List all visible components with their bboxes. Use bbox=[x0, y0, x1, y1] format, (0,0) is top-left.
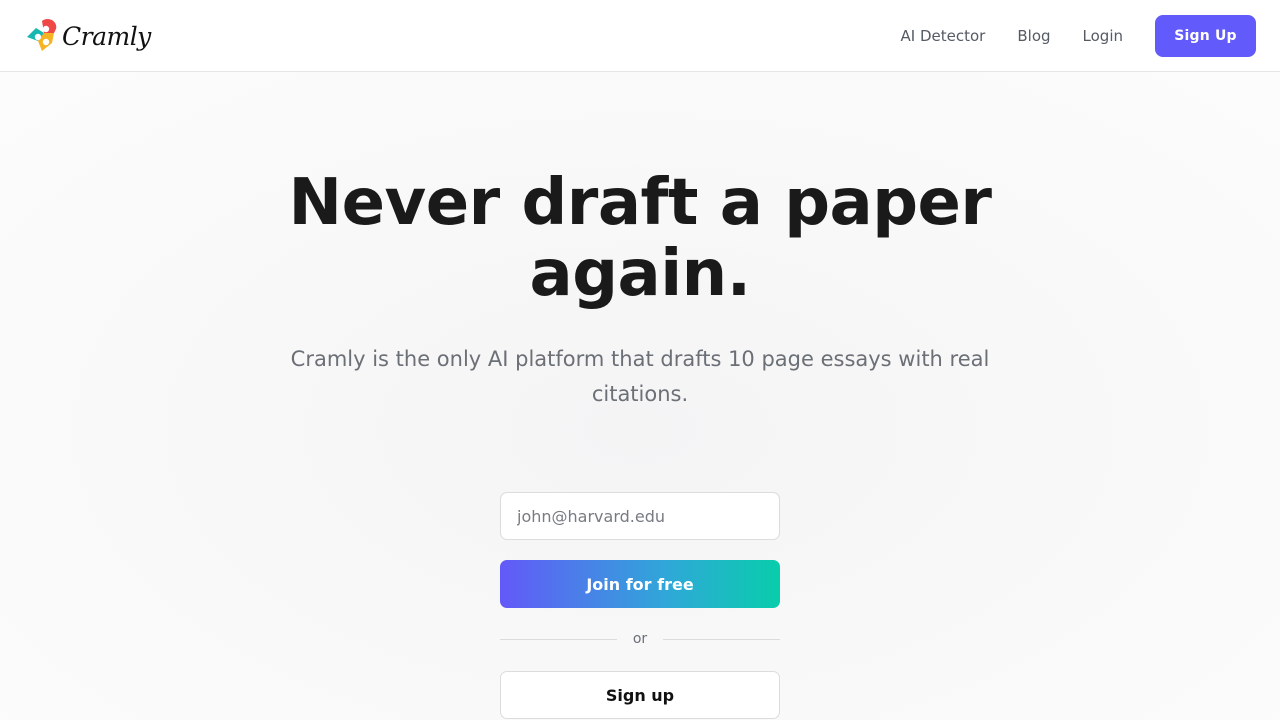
top-nav: AI Detector Blog Login Sign Up bbox=[901, 15, 1256, 57]
join-for-free-button[interactable]: Join for free bbox=[500, 560, 780, 608]
nav-link-blog[interactable]: Blog bbox=[1017, 27, 1050, 45]
secondary-signup-button[interactable]: Sign up bbox=[500, 671, 780, 719]
header-signup-button[interactable]: Sign Up bbox=[1155, 15, 1256, 57]
divider-label: or bbox=[632, 631, 648, 647]
nav-link-ai-detector[interactable]: AI Detector bbox=[901, 27, 986, 45]
top-header: Cramly AI Detector Blog Login Sign Up bbox=[0, 0, 1280, 72]
or-divider: or bbox=[500, 628, 781, 650]
email-input[interactable] bbox=[500, 492, 780, 540]
brand-logo[interactable]: Cramly bbox=[24, 16, 151, 56]
heart-logo-icon bbox=[24, 17, 60, 55]
divider-line-right bbox=[663, 638, 781, 640]
landing-page: Cramly AI Detector Blog Login Sign Up Ne… bbox=[0, 0, 1280, 720]
hero-title: Never draft a paper again. bbox=[288, 166, 992, 311]
brand-name: Cramly bbox=[62, 21, 151, 51]
divider-line-left bbox=[500, 638, 617, 640]
nav-link-login[interactable]: Login bbox=[1083, 27, 1123, 45]
hero-subtitle: Cramly is the only AI platform that draf… bbox=[290, 347, 990, 406]
